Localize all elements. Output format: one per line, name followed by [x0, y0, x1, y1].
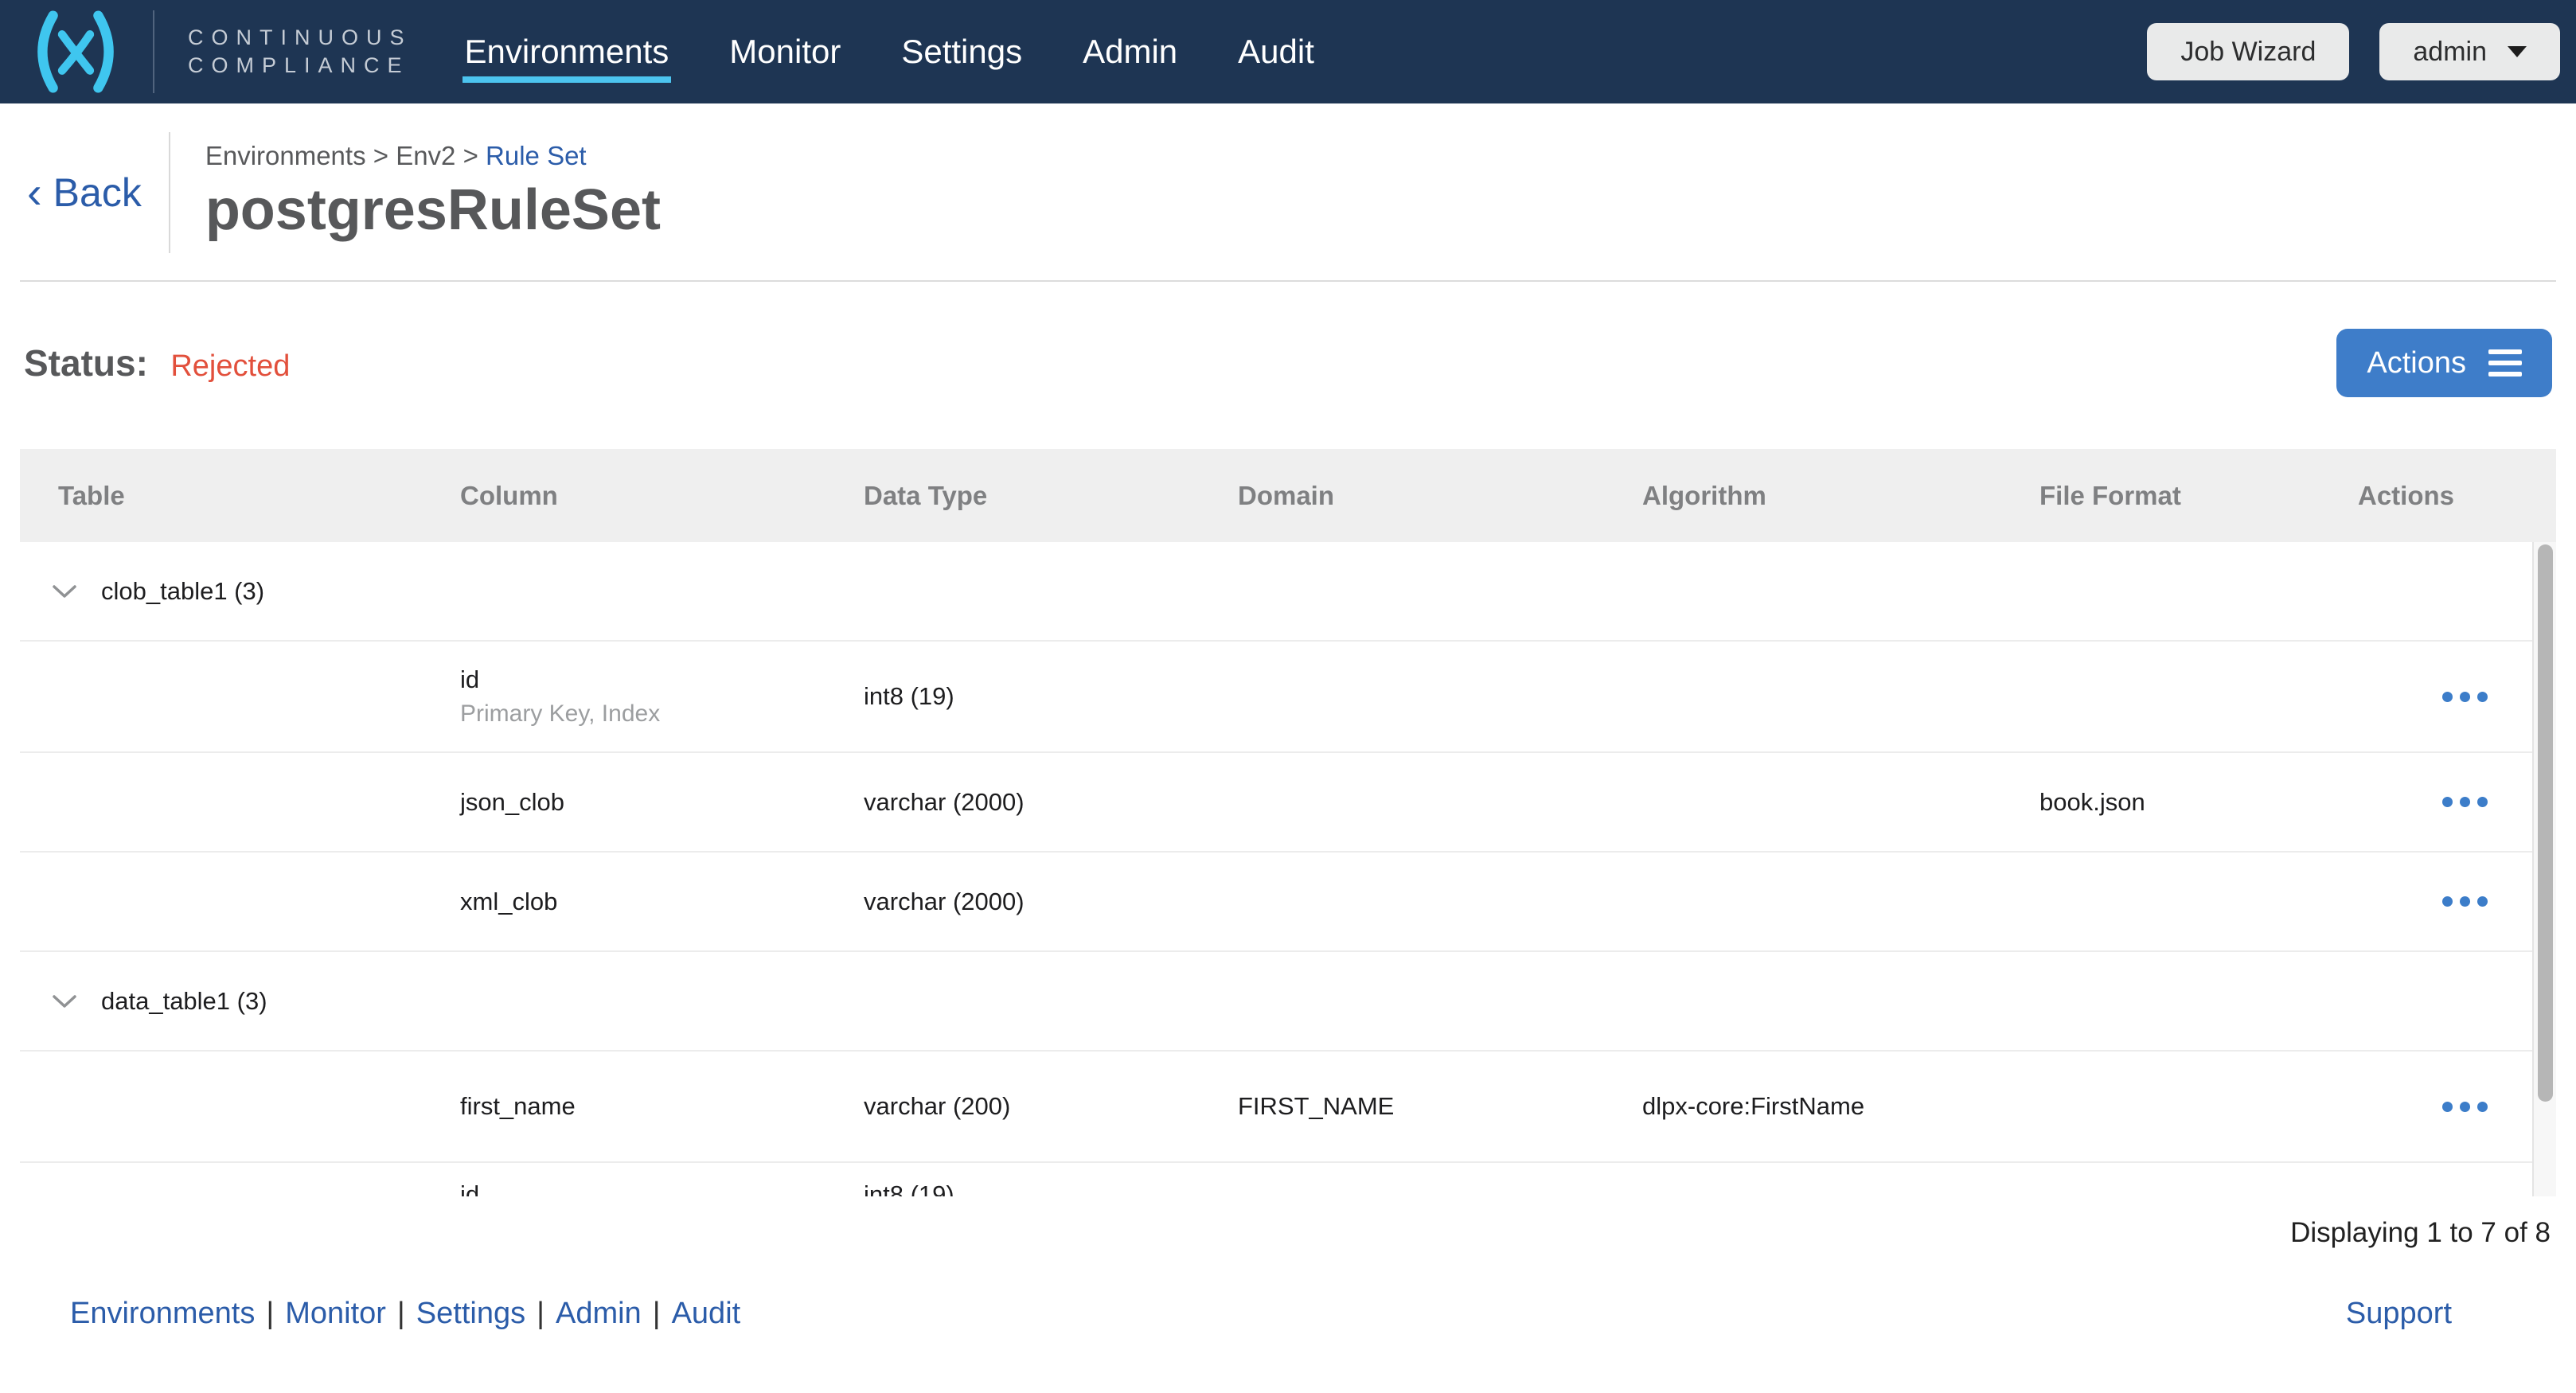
cell-column: first_name [460, 1092, 576, 1120]
chevron-left-icon: ‹ [27, 167, 42, 217]
cell-column-sub: Primary Key, Index [460, 700, 661, 727]
user-menu-label: admin [2413, 36, 2487, 67]
main-nav: Environments Monitor Settings Admin Audi… [462, 0, 1314, 103]
footer-link-audit[interactable]: Audit [672, 1297, 741, 1330]
row-actions-button[interactable] [2439, 888, 2529, 915]
row-actions-button[interactable] [2439, 789, 2529, 815]
top-navbar: CONTINUOUS COMPLIANCE Environments Monit… [0, 0, 2576, 103]
cell-data-type: varchar (200) [864, 1092, 1011, 1120]
head-divider [168, 132, 170, 253]
rule-set-table: Table Column Data Type Domain Algorithm … [20, 449, 2556, 1196]
footer-links: Environments | Monitor | Settings | Admin | Audi… [70, 1297, 740, 1331]
footer-link-environments[interactable]: Environments [70, 1297, 255, 1330]
table-column-row: json_clob varchar (2000) book.json [20, 753, 2556, 853]
nav-monitor[interactable]: Monitor [729, 0, 841, 103]
column-header-file-format: File Format [2039, 480, 2181, 510]
status-label: Status: [24, 342, 148, 384]
footer-link-support[interactable]: Support [2346, 1297, 2452, 1331]
breadcrumb: Environments > Env2 > Rule Set [205, 139, 661, 174]
group-table-name: data_table1 (3) [101, 986, 267, 1015]
cell-domain [1200, 1163, 1604, 1180]
cell-file-format [2001, 1163, 2320, 1180]
footer-link-admin[interactable]: Admin [556, 1297, 642, 1330]
column-header-domain: Domain [1238, 480, 1335, 510]
cell-data-type: int8 (19) [864, 1180, 954, 1196]
table-column-row: id Primary Key, Index int8 (19) [20, 642, 2556, 753]
nav-environments[interactable]: Environments [462, 0, 672, 103]
column-header-column: Column [460, 480, 558, 510]
brand: CONTINUOUS COMPLIANCE [0, 0, 412, 103]
cell-data-type: varchar (2000) [864, 787, 1025, 816]
cell-domain: FIRST_NAME [1238, 1092, 1395, 1120]
column-header-data-type: Data Type [864, 480, 988, 510]
page-head: ‹ Back Environments > Env2 > Rule Set po… [24, 132, 2576, 253]
brand-line1: CONTINUOUS [188, 25, 412, 49]
cell-column: xml_clob [460, 887, 558, 915]
table-group-row[interactable]: data_table1 (3) [20, 952, 2556, 1052]
cell-algorithm [1604, 1163, 2001, 1180]
footer-separator: | [537, 1297, 544, 1330]
page-title: postgresRuleSet [205, 178, 661, 242]
table-column-row: first_name varchar (200) FIRST_NAME dlpx… [20, 1052, 2556, 1163]
back-label: Back [53, 170, 142, 215]
cell-column: id [460, 665, 480, 693]
footer-separator: | [266, 1297, 275, 1330]
column-header-table: Table [58, 480, 125, 510]
cell-data-type: varchar (2000) [864, 887, 1025, 915]
footer-link-settings[interactable]: Settings [416, 1297, 525, 1330]
cell-file-format: book.json [2039, 787, 2145, 816]
job-wizard-label: Job Wizard [2180, 36, 2316, 67]
navbar-right: Job Wizard admin [2147, 23, 2560, 80]
brand-line2: COMPLIANCE [188, 53, 410, 77]
delphix-logo-icon [37, 10, 114, 93]
table-header-row: Table Column Data Type Domain Algorithm … [20, 449, 2556, 542]
footer-link-monitor[interactable]: Monitor [285, 1297, 386, 1330]
job-wizard-button[interactable]: Job Wizard [2147, 23, 2350, 80]
nav-admin[interactable]: Admin [1083, 0, 1177, 103]
column-header-actions: Actions [2358, 480, 2455, 510]
brand-divider [153, 10, 154, 93]
status-badge: Rejected [170, 349, 291, 383]
table-body: clob_table1 (3) id Primary Key, Index in… [20, 542, 2556, 1196]
table-column-row: xml_clob varchar (2000) [20, 853, 2556, 952]
row-actions-button[interactable] [2439, 684, 2529, 710]
cell-data-type: int8 (19) [864, 682, 954, 710]
back-link[interactable]: ‹ Back [24, 170, 169, 216]
footer-separator: | [652, 1297, 661, 1330]
nav-audit[interactable]: Audit [1238, 0, 1314, 103]
table-scrollbar[interactable] [2532, 542, 2556, 1196]
cell-column: id [460, 1180, 480, 1196]
hamburger-icon [2488, 349, 2522, 377]
breadcrumb-prefix: Environments > Env2 > [205, 141, 486, 170]
column-header-algorithm: Algorithm [1642, 480, 1766, 510]
footer: Environments | Monitor | Settings | Admin | Audi… [0, 1297, 2576, 1331]
brand-wordmark: CONTINUOUS COMPLIANCE [188, 24, 412, 80]
row-actions-button[interactable] [2439, 1094, 2529, 1120]
status-bar: Status: Rejected Actions [24, 328, 2552, 398]
chevron-down-icon [53, 994, 76, 1008]
caret-down-icon [2508, 46, 2527, 57]
chevron-down-icon [53, 584, 76, 598]
group-table-name: clob_table1 (3) [101, 576, 265, 605]
header-rule [20, 280, 2556, 282]
actions-button-label: Actions [2367, 345, 2466, 380]
actions-button[interactable]: Actions [2336, 329, 2552, 397]
pagination-status: Displaying 1 to 7 of 8 [2290, 1217, 2551, 1248]
table-column-row: id int8 (19) [20, 1163, 2556, 1196]
footer-separator: | [396, 1297, 405, 1330]
status: Status: Rejected [24, 341, 290, 384]
scrollbar-thumb[interactable] [2538, 544, 2553, 1102]
breadcrumb-current[interactable]: Rule Set [486, 141, 587, 170]
nav-settings[interactable]: Settings [901, 0, 1022, 103]
table-group-row[interactable]: clob_table1 (3) [20, 542, 2556, 642]
cell-column: json_clob [460, 787, 564, 816]
user-menu-button[interactable]: admin [2379, 23, 2560, 80]
cell-algorithm: dlpx-core:FirstName [1642, 1092, 1865, 1120]
